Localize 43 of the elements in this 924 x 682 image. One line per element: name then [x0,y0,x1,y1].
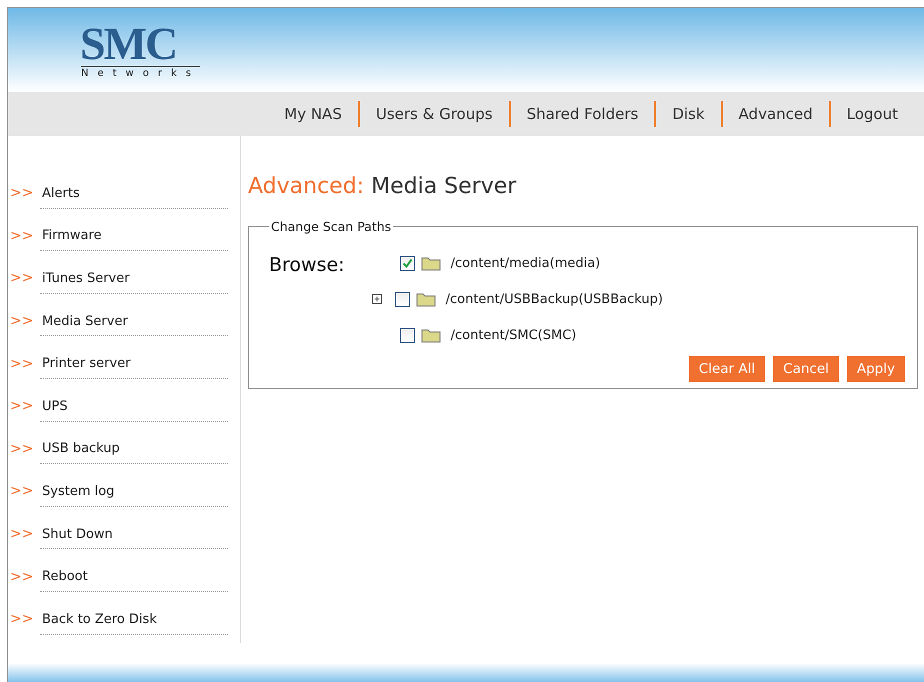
folder-icon [416,291,436,307]
arrow-marker: >> [9,356,34,372]
arrow-marker: >> [9,526,34,542]
checkbox[interactable] [400,328,415,342]
arrow-marker: >> [9,313,34,330]
nav-link[interactable]: Shared Folders [510,105,654,123]
path-label: /content/media(media) [450,256,600,270]
sidebar-link[interactable]: iTunes Server [42,270,130,286]
arrow-marker: >> [9,611,34,628]
sidebar-link[interactable]: Alerts [42,186,80,201]
sidebar-link[interactable]: UPS [42,398,68,414]
folder-icon [420,255,441,271]
checkbox[interactable] [394,292,410,306]
checkbox[interactable] [400,256,415,270]
path-label: /content/USBBackup(USBBackup) [446,292,663,306]
sidebar-link[interactable]: Printer server [42,356,131,372]
nav-link[interactable]: Disk [656,105,721,123]
arrow-marker: >> [9,440,34,457]
logo-tagline: Networks [81,66,200,79]
arrow-marker: >> [9,568,34,585]
logo-text: SMC [80,22,176,66]
path-label: /content/SMC(SMC) [450,328,576,342]
nav-link[interactable]: Logout [830,105,914,123]
nav-link[interactable]: Users & Groups [360,105,509,123]
expand-icon[interactable] [372,294,382,304]
panel-legend: Change Scan Paths [269,219,394,234]
page-title: Advanced: Media Server [248,174,518,199]
arrow-marker: >> [9,228,34,244]
arrow-marker: >> [9,270,34,286]
nav-link[interactable]: Advanced [722,105,829,123]
nav-link[interactable]: My NAS [268,105,358,123]
sidebar-link[interactable]: Reboot [42,569,88,584]
sidebar-link[interactable]: Shut Down [42,526,113,542]
browse-label: Browse: [269,253,345,276]
sidebar-link[interactable]: USB backup [42,441,120,456]
sidebar-link[interactable]: Back to Zero Disk [42,612,157,627]
sidebar-link[interactable]: Media Server [42,314,128,329]
arrow-marker: >> [9,483,34,500]
arrow-marker: >> [9,398,34,414]
arrow-marker: >> [9,185,34,202]
sidebar-link[interactable]: System log [42,484,114,499]
folder-icon [420,327,441,343]
sidebar-link[interactable]: Firmware [42,228,102,244]
